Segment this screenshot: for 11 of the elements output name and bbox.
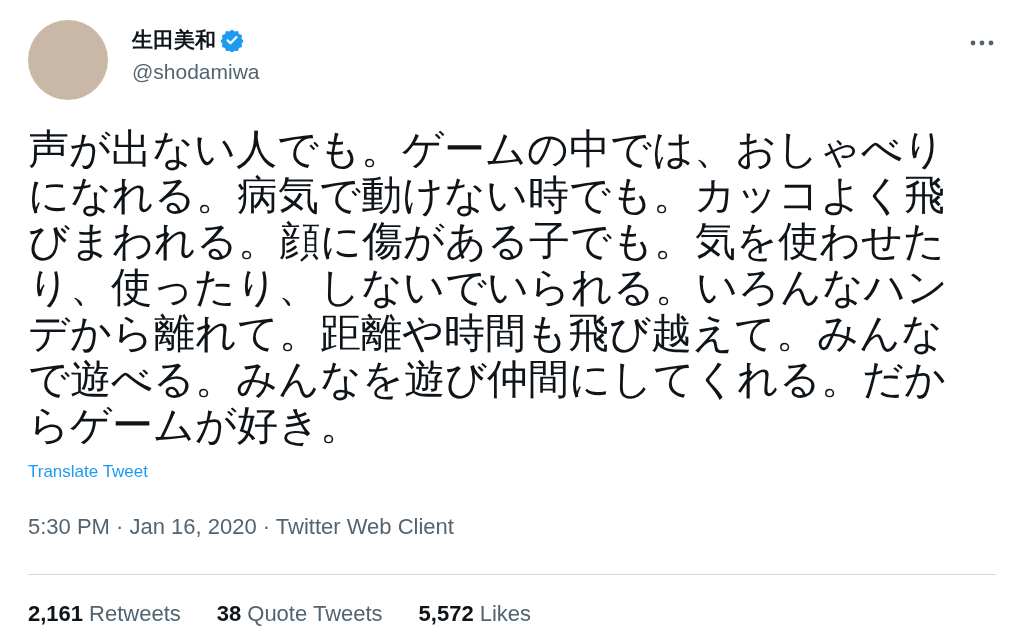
tweet-timestamp: 5:30 PM · Jan 16, 2020 · Twitter Web Client — [28, 514, 996, 575]
stat-count[interactable]: 2,161 — [28, 601, 84, 627]
stat-label[interactable]: Retweets — [89, 601, 181, 627]
stat-count[interactable]: 38 — [216, 601, 242, 627]
stat-count[interactable]: 5,572 — [418, 601, 474, 627]
tweet-text: 声が出ない人でも。ゲームの中では、おしゃべりになれる。病気で動けない時でも。カッコよく飛びまわれる。顔に傷がある子でも。気を使わせたり、使ったり、しないでいられる。いろんなハンデから離れて。距離や時間も飛び越えて。みんなで遊べる。みんなを遊び仲間にしてくれる。だからゲームが好き。 — [28, 126, 949, 448]
stat-label[interactable]: Quote Tweets — [247, 601, 383, 627]
more-options-icon[interactable] — [970, 40, 994, 46]
stat-label[interactable]: Likes — [479, 601, 532, 627]
author-name[interactable]: 生田美和 — [132, 26, 216, 54]
author-handle[interactable]: @shodamiwa — [132, 60, 260, 84]
